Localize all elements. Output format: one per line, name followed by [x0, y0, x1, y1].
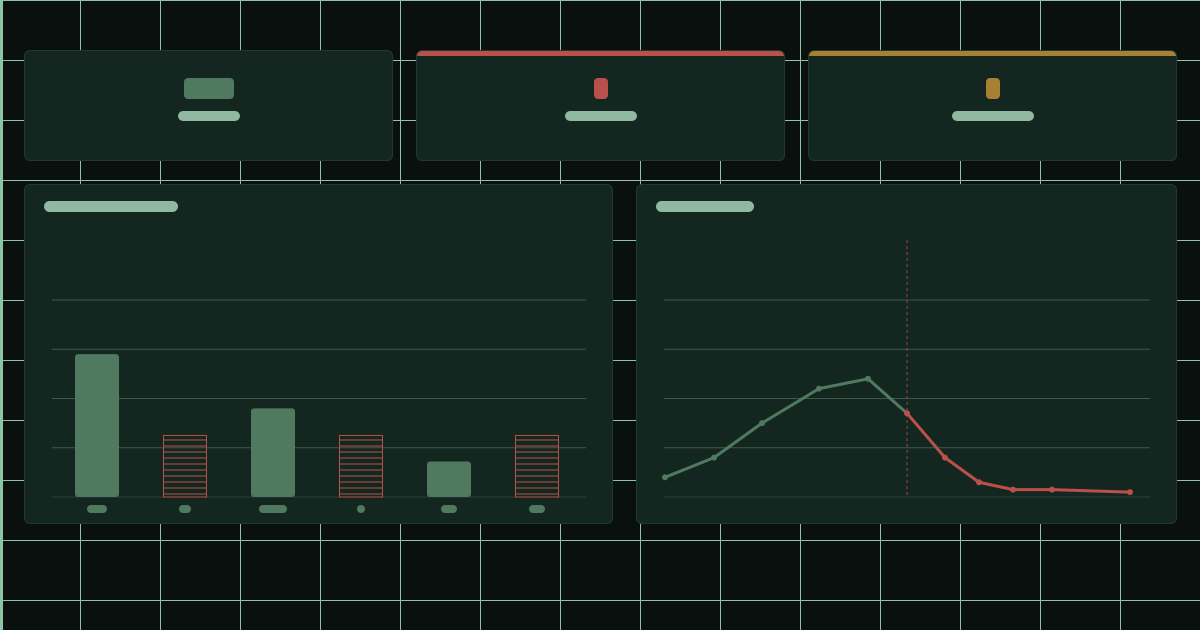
bar-3 [251, 408, 295, 497]
line-point-10 [1049, 486, 1055, 493]
bar-4 [339, 434, 383, 498]
x-tick-label-6 [529, 505, 545, 513]
line-series-alert [905, 411, 1132, 494]
stat-card-1-value [184, 78, 234, 99]
stat-card-3-label [952, 111, 1034, 121]
bar-1 [75, 354, 119, 497]
stat-card-3-accent [809, 51, 1176, 56]
line-point-11 [1127, 489, 1133, 496]
line-point-4 [816, 385, 822, 392]
line-point-5 [865, 375, 871, 382]
line-series-normal [663, 377, 909, 479]
stat-card-2-accent [417, 51, 784, 56]
line-point-8 [976, 479, 982, 486]
bar-6 [515, 434, 559, 498]
stat-card-2-label [565, 111, 637, 121]
stat-card-3-value [986, 78, 1000, 99]
stat-card-1-label [178, 111, 240, 121]
line-point-2 [711, 454, 717, 461]
x-tick-label-1 [87, 505, 107, 513]
x-tick-label-5 [441, 505, 457, 513]
line-point-9 [1010, 486, 1016, 493]
stat-card-1 [24, 50, 393, 161]
line-point-1 [662, 474, 668, 481]
x-tick-label-4 [357, 505, 365, 513]
line-point-3 [759, 420, 765, 427]
x-tick-label-2 [179, 505, 191, 513]
line-point-6 [904, 410, 910, 417]
stat-card-2 [416, 50, 785, 161]
line-chart [662, 240, 1150, 498]
bar-2 [163, 434, 207, 498]
bar-chart-panel [24, 184, 613, 524]
stat-card-3 [808, 50, 1177, 161]
bar-5 [427, 461, 471, 497]
x-tick-label-3 [259, 505, 287, 513]
left-rail [0, 0, 3, 630]
line-chart-panel [636, 184, 1177, 524]
line-point-7 [942, 454, 948, 461]
bar-chart [52, 299, 586, 513]
stat-card-2-value [594, 78, 608, 99]
